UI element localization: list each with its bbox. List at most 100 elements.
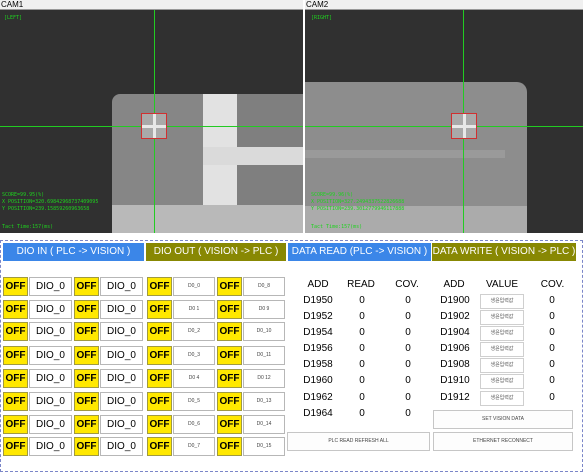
dio-out-header: DIO OUT ( VISION -> PLC ) xyxy=(146,243,286,261)
cam2-x-position: X POSITION=327.2494337522826688 xyxy=(311,199,405,205)
dio-in-status-b: OFF xyxy=(74,415,99,434)
write-cov: 0 xyxy=(532,310,572,325)
data-write-header: DATA WRITE ( VISION -> PLC ) xyxy=(432,243,576,261)
write-address: D1912 xyxy=(436,391,474,406)
dio-out-toggle-a[interactable]: OFF xyxy=(147,346,172,365)
cam1-fiducial-mark xyxy=(141,113,167,139)
write-address: D1900 xyxy=(436,294,474,309)
cam2-crosshair-h xyxy=(305,126,583,127)
cam1-x-position: X POSITION=320.69842968737409095 xyxy=(2,199,99,205)
dio-out-toggle-a[interactable]: OFF xyxy=(147,369,172,388)
read-address: D1958 xyxy=(298,358,338,373)
data-read-header: DATA READ (PLC -> VISION ) xyxy=(288,243,431,261)
read-value: 0 xyxy=(342,326,382,341)
cam2-noise-band xyxy=(305,150,505,158)
write-value-input[interactable]: 생윤입력값 xyxy=(480,342,524,357)
write-value-input[interactable]: 생윤입력값 xyxy=(480,326,524,341)
dio-out-item-b: D0 12 xyxy=(243,369,285,388)
read-value: 0 xyxy=(342,310,382,325)
dio-out-item-a: D0_2 xyxy=(173,322,215,341)
cam1-title: CAM1 xyxy=(0,0,303,10)
dio-in-item-b: DIO_0 xyxy=(100,322,143,341)
cam1-view[interactable]: [LEFT] SCORE=99.95(%) X POSITION=320.698… xyxy=(0,10,303,233)
dio-in-item-a: DIO_0 xyxy=(29,346,72,365)
dio-in-status-b: OFF xyxy=(74,437,99,456)
dio-out-toggle-b[interactable]: OFF xyxy=(217,415,242,434)
dio-in-item-b: DIO_0 xyxy=(100,277,143,296)
read-value: 0 xyxy=(342,294,382,309)
dio-out-item-b: D0_14 xyxy=(243,415,285,434)
dio-in-item-b: DIO_0 xyxy=(100,369,143,388)
dio-out-toggle-a[interactable]: OFF xyxy=(147,415,172,434)
write-cov: 0 xyxy=(532,391,572,406)
dio-out-item-a: D0_6 xyxy=(173,415,215,434)
write-value-input[interactable]: 생윤입력값 xyxy=(480,294,524,309)
dio-out-toggle-a[interactable]: OFF xyxy=(147,300,172,319)
dio-in-item-b: DIO_0 xyxy=(100,346,143,365)
cam2-score: SCORE=99.96(%) xyxy=(311,192,354,198)
cam2-y-position: Y POSITION=239.3012779946117888 xyxy=(311,206,405,212)
read-address: D1950 xyxy=(298,294,338,309)
dio-in-item-a: DIO_0 xyxy=(29,369,72,388)
dio-in-item-a: DIO_0 xyxy=(29,322,72,341)
read-address: D1952 xyxy=(298,310,338,325)
write-col-header: VALUE xyxy=(476,276,528,295)
read-address: D1964 xyxy=(298,407,338,422)
read-value: 0 xyxy=(342,358,382,373)
dio-out-toggle-b[interactable]: OFF xyxy=(217,392,242,411)
dio-out-item-a: D0_0 xyxy=(173,277,215,296)
write-col-header: ADD xyxy=(434,276,474,295)
read-cov: 0 xyxy=(386,310,430,325)
write-address: D1908 xyxy=(436,358,474,373)
dio-in-item-b: DIO_0 xyxy=(100,300,143,319)
read-col-header: READ xyxy=(340,276,382,295)
dio-in-item-b: DIO_0 xyxy=(100,415,143,434)
ethernet-reconnect-button[interactable]: ETHERNET RECONNECT xyxy=(433,432,573,451)
cam1-panel: CAM1 [LEFT] SCORE=99.95(%) X POSITION=32… xyxy=(0,0,303,233)
dio-out-toggle-a[interactable]: OFF xyxy=(147,437,172,456)
dio-in-status-a: OFF xyxy=(3,322,28,341)
cam2-panel: CAM2 [RIGHT] SCORE=99.96(%) X POSITION=3… xyxy=(305,0,583,233)
dio-out-toggle-b[interactable]: OFF xyxy=(217,437,242,456)
write-value-input[interactable]: 생윤입력값 xyxy=(480,391,524,406)
cam2-view[interactable]: [RIGHT] SCORE=99.96(%) X POSITION=327.24… xyxy=(305,10,583,233)
write-address: D1902 xyxy=(436,310,474,325)
read-cov: 0 xyxy=(386,407,430,422)
cam2-fiducial-mark xyxy=(451,113,477,139)
write-address: D1906 xyxy=(436,342,474,357)
dio-in-header: DIO IN ( PLC -> VISION ) xyxy=(3,243,144,261)
cam2-title: CAM2 xyxy=(305,0,583,10)
dio-out-item-a: D0 4 xyxy=(173,369,215,388)
set-vision-data-button[interactable]: SET VISION DATA xyxy=(433,410,573,429)
plc-read-refresh-button[interactable]: PLC READ REFRESH ALL xyxy=(287,432,430,451)
dio-in-item-b: DIO_0 xyxy=(100,437,143,456)
dio-out-item-b: D0 9 xyxy=(243,300,285,319)
dio-out-toggle-b[interactable]: OFF xyxy=(217,277,242,296)
write-value-input[interactable]: 생윤입력값 xyxy=(480,358,524,373)
write-cov: 0 xyxy=(532,374,572,389)
dio-out-toggle-b[interactable]: OFF xyxy=(217,300,242,319)
dio-out-item-b: D0_13 xyxy=(243,392,285,411)
write-cov: 0 xyxy=(532,342,572,357)
write-address: D1904 xyxy=(436,326,474,341)
dio-out-toggle-a[interactable]: OFF xyxy=(147,322,172,341)
write-cov: 0 xyxy=(532,294,572,309)
dio-out-toggle-a[interactable]: OFF xyxy=(147,277,172,296)
write-value-input[interactable]: 생윤입력값 xyxy=(480,310,524,325)
dio-out-item-a: D0_5 xyxy=(173,392,215,411)
dio-in-status-b: OFF xyxy=(74,277,99,296)
dio-out-toggle-b[interactable]: OFF xyxy=(217,346,242,365)
read-cov: 0 xyxy=(386,391,430,406)
dio-in-item-b: DIO_0 xyxy=(100,392,143,411)
read-value: 0 xyxy=(342,391,382,406)
dio-in-status-b: OFF xyxy=(74,392,99,411)
read-address: D1954 xyxy=(298,326,338,341)
cam1-tact-time: Tact Time:157(ms) xyxy=(2,224,54,230)
dio-out-toggle-b[interactable]: OFF xyxy=(217,322,242,341)
dio-out-item-a: D0_3 xyxy=(173,346,215,365)
dio-out-toggle-a[interactable]: OFF xyxy=(147,392,172,411)
dio-out-item-a: D0 1 xyxy=(173,300,215,319)
write-value-input[interactable]: 생윤입력값 xyxy=(480,374,524,389)
dio-out-toggle-b[interactable]: OFF xyxy=(217,369,242,388)
read-address: D1956 xyxy=(298,342,338,357)
